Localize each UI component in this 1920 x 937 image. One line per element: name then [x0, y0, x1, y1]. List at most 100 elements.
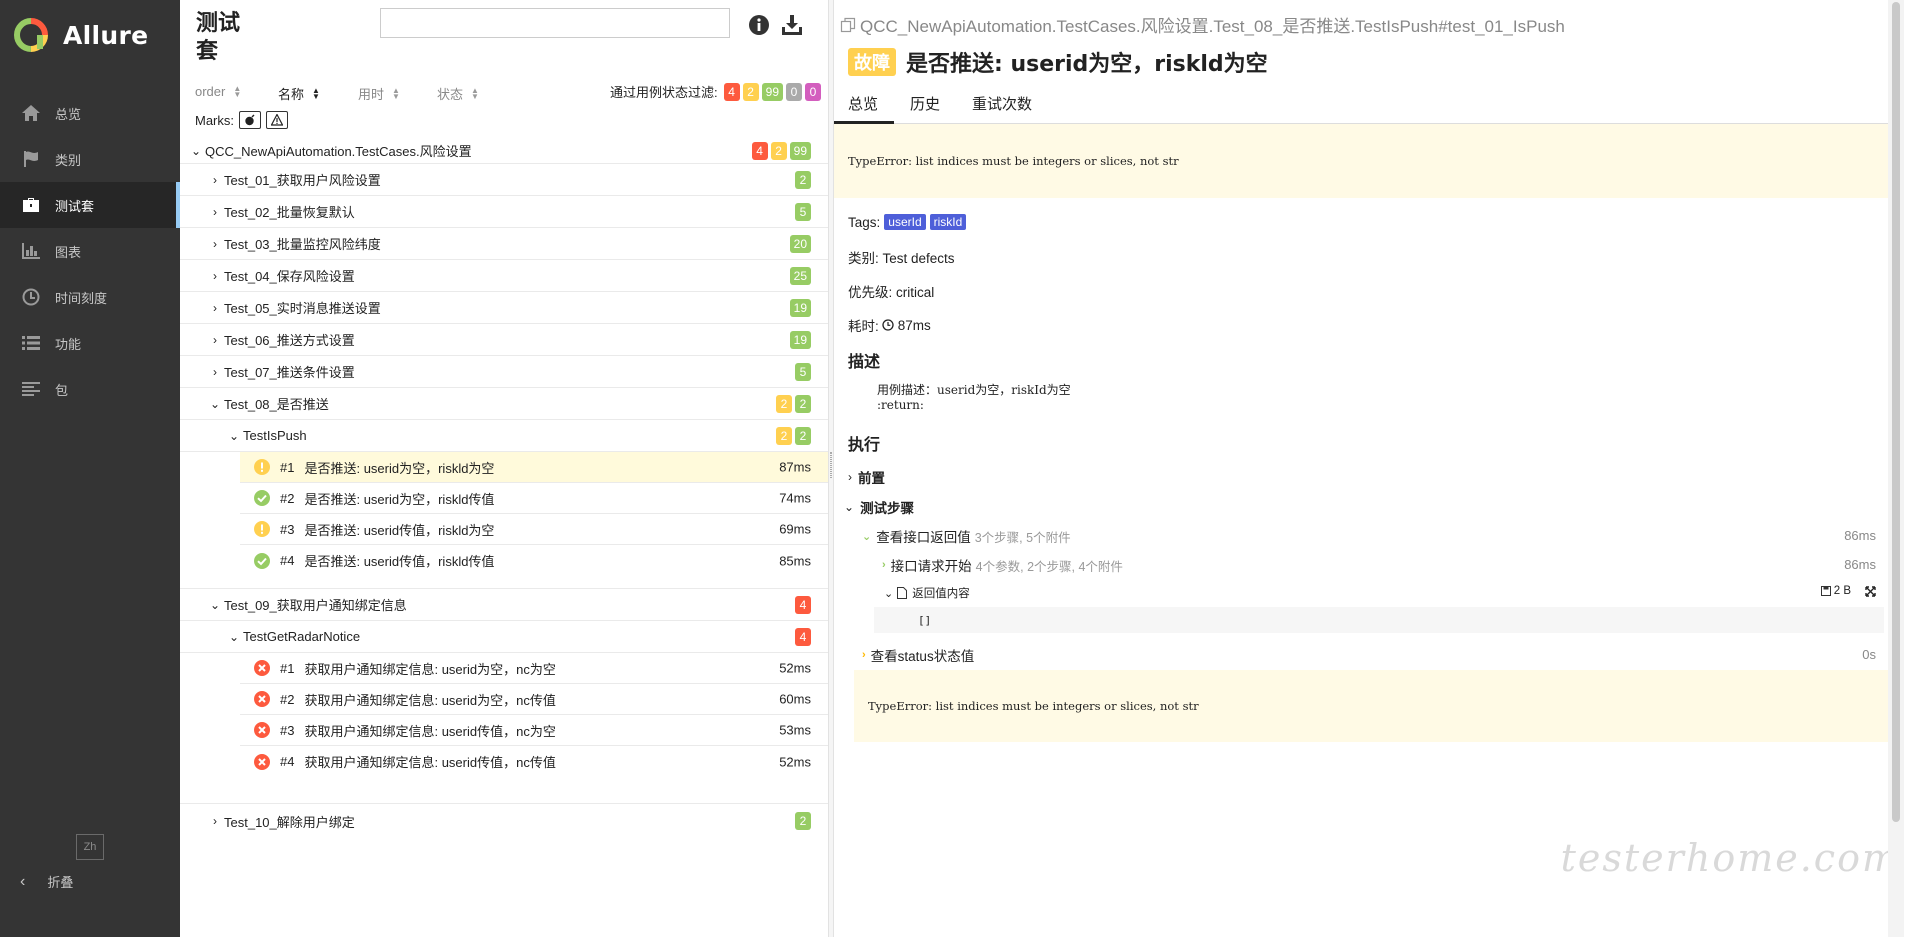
test-case-row[interactable]: #1 获取用户通知绑定信息: userid为空，nc为空 52ms: [240, 653, 828, 684]
tree-node-suite[interactable]: › Test_07_推送条件设置 5: [180, 356, 828, 388]
step-duration: 86ms: [1844, 557, 1876, 572]
filter-skipped-toggle[interactable]: 0: [786, 82, 802, 101]
new-failed-mark-toggle[interactable]: [266, 111, 288, 129]
node-counts: 4: [792, 627, 811, 646]
status-filter: 通过用例状态过滤: 4 2 99 0 0: [610, 82, 821, 101]
sidebar-item-overview[interactable]: 总览: [0, 90, 180, 136]
tag-badge: riskId: [929, 214, 967, 230]
search-input[interactable]: [380, 8, 730, 38]
test-case-number: #1: [280, 459, 295, 475]
step-row[interactable]: › 查看status状态值: [862, 645, 974, 665]
sort-order-button[interactable]: order ▲ ▼: [195, 84, 241, 99]
sidebar-item-categories[interactable]: 类别: [0, 136, 180, 182]
test-case-row[interactable]: #2 获取用户通知绑定信息: userid为空，nc传值 60ms: [240, 684, 828, 715]
chevron-down-icon: ⌄: [228, 629, 240, 644]
broken-status-icon: [254, 459, 270, 475]
copy-icon[interactable]: [840, 17, 856, 33]
count-badge: 2: [795, 170, 811, 189]
tree-node-suite[interactable]: ⌄ Test_09_获取用户通知绑定信息 4: [180, 589, 828, 621]
sort-bar: order ▲ ▼ 名称 ▲ ▼ 用时 ▲ ▼ 状态 ▲ ▼ 通过用例状态过滤: 4 2 99 …: [195, 82, 821, 103]
sidebar-item-behaviors[interactable]: 功能: [0, 320, 180, 366]
collapse-sidebar-button[interactable]: ‹ 折叠: [20, 872, 73, 891]
chevron-right-icon: ›: [213, 814, 217, 828]
node-counts: 19: [787, 298, 811, 317]
chevron-right-icon: ›: [882, 559, 886, 571]
tab-history[interactable]: 历史: [894, 90, 956, 124]
tab-overview[interactable]: 总览: [834, 90, 895, 124]
step-name: 接口请求开始: [890, 559, 972, 574]
chevron-down-icon: ⌄: [862, 530, 872, 543]
test-case-name: 是否推送: userid传值，riskld传值: [304, 554, 495, 569]
filter-passed-toggle[interactable]: 99: [761, 82, 783, 101]
chevron-right-icon: ›: [213, 300, 217, 315]
home-icon: [20, 104, 42, 122]
align-left-icon: [20, 380, 42, 398]
tab-retries[interactable]: 重试次数: [956, 90, 1048, 124]
test-case-name: 是否推送: userid为空，riskld传值: [304, 491, 495, 507]
tree-node-suite[interactable]: › Test_03_批量监控风险纬度 20: [180, 228, 828, 260]
count-badge: 2: [776, 394, 792, 413]
test-body-section-toggle[interactable]: ⌄ 测试步骤: [844, 497, 914, 517]
language-switch-button[interactable]: Zh: [76, 834, 104, 860]
sidebar-item-label: 功能: [55, 336, 82, 352]
sidebar-item-timeline[interactable]: 时间刻度: [0, 274, 180, 320]
test-result-pane: QCC_NewApiAutomation.TestCases.风险设置.Test…: [834, 0, 1904, 937]
test-case-row[interactable]: #2 是否推送: userid为空，riskld传值 74ms: [240, 483, 828, 514]
chevron-right-icon: ›: [213, 236, 217, 251]
count-badge: 19: [789, 298, 811, 317]
step-duration: 0s: [1862, 647, 1876, 662]
chevron-right-icon: ›: [848, 470, 852, 484]
briefcase-icon: [20, 196, 42, 214]
broken-status-icon: [254, 521, 270, 537]
test-case-row[interactable]: #4 获取用户通知绑定信息: userid传值，nc传值 52ms: [240, 746, 828, 777]
tree-node-suite[interactable]: › Test_06_推送方式设置 19: [180, 324, 828, 356]
tree-node-suite[interactable]: › Test_01_获取用户风险设置 2: [180, 164, 828, 196]
test-case-row[interactable]: #1 是否推送: userid为空，riskld为空 87ms: [240, 452, 828, 483]
sidebar-item-graphs[interactable]: 图表: [0, 228, 180, 274]
attachment-row[interactable]: ⌄ 返回值内容: [884, 585, 970, 601]
sort-name-button[interactable]: 名称 ▲ ▼: [278, 84, 320, 103]
download-icon[interactable]: [781, 14, 803, 36]
filter-broken-toggle[interactable]: 2: [742, 82, 759, 101]
node-counts: 2: [792, 812, 811, 830]
suites-tree-pane: 测试套 order ▲ ▼ 名称 ▲ ▼ 用时 ▲ ▼ 状态 ▲ ▼ 通过用例状态过滤: 4 2…: [180, 0, 828, 937]
sort-arrows-icon: ▲ ▼: [233, 83, 242, 99]
setup-section-toggle[interactable]: › 前置: [848, 467, 885, 487]
tree-node-suite[interactable]: › Test_05_实时消息推送设置 19: [180, 292, 828, 324]
filter-failed-toggle[interactable]: 4: [723, 82, 740, 101]
sidebar-item-packages[interactable]: 包: [0, 366, 180, 412]
test-case-row[interactable]: #3 获取用户通知绑定信息: userid传值，nc为空 53ms: [240, 715, 828, 746]
flaky-mark-toggle[interactable]: [239, 111, 261, 129]
test-case-row[interactable]: #4 是否推送: userid传值，riskld传值 85ms: [240, 545, 828, 576]
test-case-name: 获取用户通知绑定信息: userid为空，nc为空: [304, 661, 556, 677]
failed-status-icon: [254, 753, 270, 770]
sort-status-button[interactable]: 状态 ▲ ▼: [437, 84, 479, 103]
test-case-number: #2: [280, 490, 295, 506]
step-row[interactable]: › 接口请求开始 4个参数, 2个步骤, 4个附件: [882, 555, 1123, 575]
description-text: 用例描述：userid为空，riskId为空 :return:: [877, 383, 1071, 412]
tree-node-class[interactable]: ⌄ TestIsPush 2 2: [180, 420, 828, 452]
tree-node-suite[interactable]: › Test_04_保存风险设置 25: [180, 260, 828, 292]
test-case-number: #4: [280, 553, 295, 568]
node-counts: 5: [792, 202, 811, 221]
clock-icon: [20, 288, 42, 306]
brand[interactable]: Allure: [0, 0, 180, 70]
info-icon[interactable]: [748, 14, 770, 36]
tree-node-class[interactable]: ⌄ TestGetRadarNotice 4: [180, 621, 828, 653]
node-counts: 4 2 99: [749, 141, 811, 160]
passed-status-icon: [254, 552, 270, 569]
filter-unknown-toggle[interactable]: 0: [805, 82, 821, 101]
sidebar-item-suites[interactable]: 测试套: [0, 182, 180, 228]
scrollbar-thumb[interactable]: [1892, 2, 1900, 822]
tree-node-label: Test_04_保存风险设置: [224, 269, 355, 284]
test-case-row[interactable]: #3 是否推送: userid传值，riskld为空 69ms: [240, 514, 828, 545]
expand-icon[interactable]: [1865, 585, 1876, 597]
tree-node-suite[interactable]: ⌄ Test_08_是否推送 2 2: [180, 388, 828, 420]
step-row[interactable]: ⌄ 查看接口返回值 3个步骤, 5个附件: [862, 526, 1071, 546]
vertical-scrollbar[interactable]: [1888, 0, 1904, 937]
tree-node-suite[interactable]: › Test_10_解除用户绑定 2: [180, 804, 828, 838]
test-case-duration: 85ms: [779, 553, 811, 568]
tree-node-suite[interactable]: › Test_02_批量恢复默认 5: [180, 196, 828, 228]
tree-node-root[interactable]: ⌄ QCC_NewApiAutomation.TestCases.风险设置 4 …: [180, 138, 828, 164]
sort-duration-button[interactable]: 用时 ▲ ▼: [358, 84, 400, 103]
